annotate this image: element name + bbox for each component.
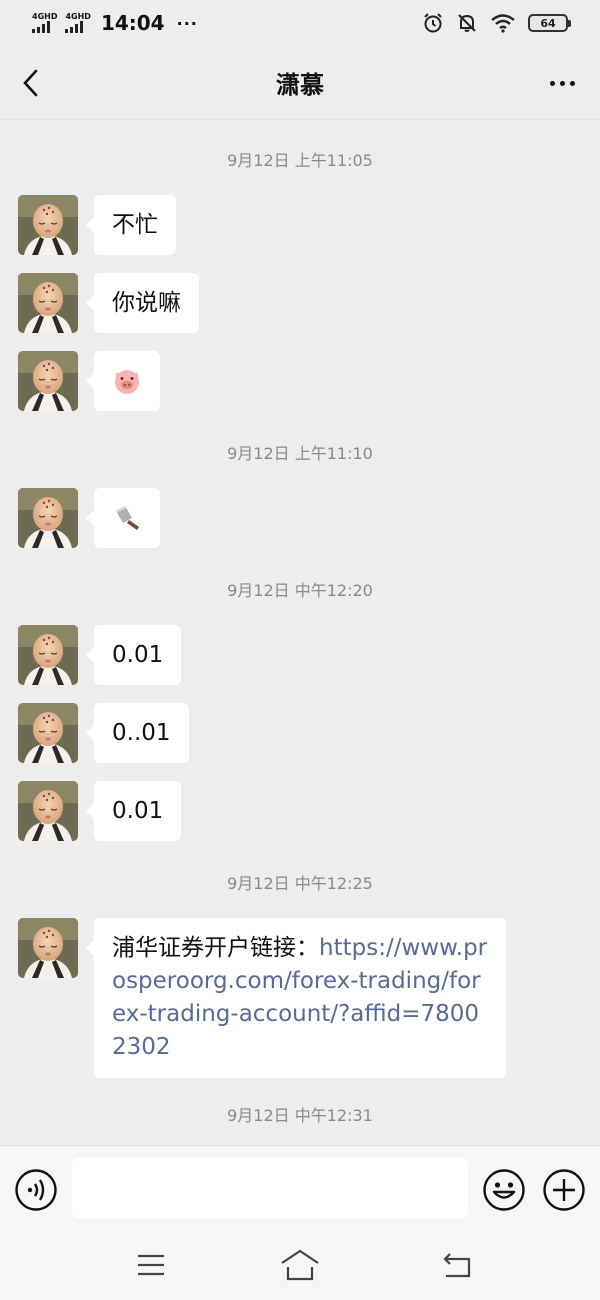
message-bubble[interactable]: 0.01 (85, 781, 182, 841)
emoji-button[interactable] (482, 1168, 526, 1212)
status-overflow: ··· (176, 13, 198, 33)
signal-icon (32, 21, 50, 33)
message-input[interactable] (72, 1158, 468, 1218)
link-prefix: 浦华证券开户链接： (112, 935, 319, 961)
back-nav-button[interactable] (437, 1247, 477, 1283)
signal-icon (65, 21, 84, 33)
chat-title: 潇慕 (276, 71, 324, 99)
timestamp: 9月12日 上午11:05 (227, 151, 373, 170)
smiley-icon (483, 1169, 525, 1211)
home-icon (281, 1249, 319, 1281)
input-bar (0, 1145, 600, 1231)
message-row (18, 351, 160, 411)
timestamp: 9月12日 中午12:25 (227, 874, 373, 893)
message-row: 你说嘛 (18, 273, 199, 333)
plus-circle-icon (543, 1169, 585, 1211)
avatar[interactable] (18, 195, 78, 255)
more-button[interactable] (542, 68, 582, 98)
back-button[interactable] (14, 66, 48, 100)
avatar[interactable] (18, 625, 78, 685)
emoji-bubble[interactable] (86, 488, 160, 548)
chat-header: 潇慕 (0, 46, 600, 120)
cleaver-knife-icon (116, 506, 139, 530)
message-row: 0.01 (18, 781, 182, 841)
network-label: 4GHD (65, 12, 91, 21)
network-indicator-2: 4GHD (65, 12, 91, 33)
wifi-icon (491, 14, 515, 33)
emoji-bubble[interactable] (86, 351, 160, 411)
home-button[interactable] (280, 1247, 320, 1283)
status-right: 64 (422, 12, 571, 34)
pig-face-icon (115, 370, 139, 394)
chevron-left-icon (23, 69, 38, 97)
message-list[interactable]: 9月12日 上午11:05 不忙 你说嘛 9月12日 上午11:10 9月12日… (0, 120, 600, 1145)
avatar[interactable] (18, 351, 78, 411)
avatar[interactable] (18, 918, 78, 978)
message-row (18, 488, 160, 548)
menu-button[interactable] (131, 1247, 171, 1283)
timestamp: 9月12日 上午11:10 (227, 444, 373, 463)
network-indicator-1: 4GHD (32, 13, 57, 33)
message-row: 不忙 (18, 195, 176, 255)
status-bar: 4GHD 4GHD 14:04 ··· 64 (0, 0, 600, 46)
avatar[interactable] (18, 703, 78, 763)
more-dots-icon (549, 80, 555, 86)
plus-button[interactable] (542, 1168, 586, 1212)
message-bubble[interactable]: 0.01 (85, 625, 182, 685)
message-row: 0.01 (18, 625, 182, 685)
battery-icon: 64 (528, 14, 571, 32)
battery-level: 64 (540, 16, 556, 30)
system-nav-bar (0, 1231, 600, 1300)
menu-icon (138, 1254, 164, 1276)
message-row: 0..01 (18, 703, 189, 763)
timestamp: 9月12日 中午12:20 (227, 581, 373, 600)
voice-button[interactable] (14, 1168, 58, 1212)
network-label: 4GHD (32, 12, 58, 21)
mute-bell-icon (458, 14, 476, 32)
message-bubble[interactable]: 你说嘛 (86, 273, 199, 333)
avatar[interactable] (18, 781, 78, 841)
status-left: 4GHD 4GHD 14:04 ··· (32, 11, 198, 35)
status-time: 14:04 (100, 11, 165, 35)
message-bubble[interactable]: 0..01 (86, 703, 189, 763)
link-message-bubble[interactable]: 浦华证券开户链接：https://www.prosperoorg.com/for… (86, 918, 506, 1078)
timestamp: 9月12日 中午12:31 (227, 1106, 373, 1125)
message-bubble[interactable]: 不忙 (86, 195, 176, 255)
message-row: 浦华证券开户链接：https://www.prosperoorg.com/for… (18, 918, 506, 1078)
voice-icon (15, 1169, 57, 1211)
avatar[interactable] (18, 273, 78, 333)
back-arrow-icon (443, 1253, 471, 1278)
avatar[interactable] (18, 488, 78, 548)
alarm-icon (424, 13, 442, 33)
